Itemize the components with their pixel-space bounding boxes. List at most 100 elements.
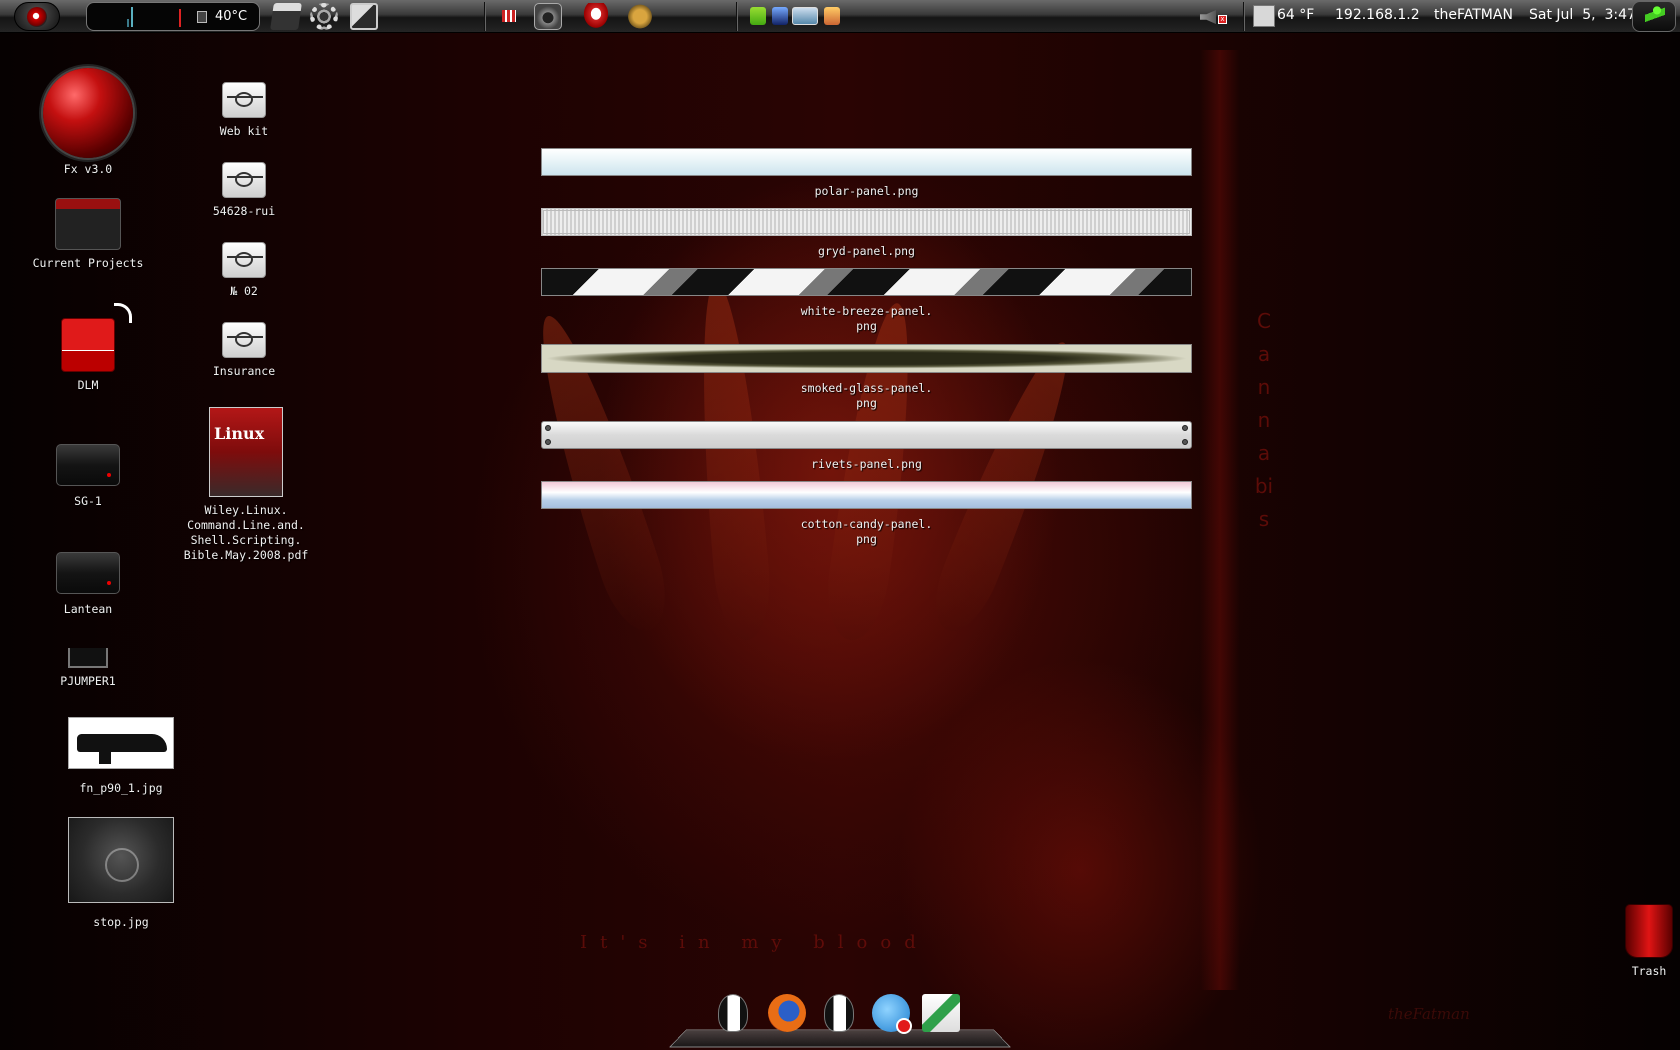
desktop-icon-label: Web kit (219, 124, 269, 138)
cpu-graph-bar (131, 7, 133, 27)
floppy-disk-icon (61, 303, 132, 372)
gnome-foot-icon[interactable] (772, 7, 788, 25)
wallpaper-tagline: It's in my blood (580, 932, 929, 953)
logout-button[interactable] (1632, 1, 1676, 32)
cpu-temperature: 40°C (215, 9, 248, 24)
panel-sample-label: gryd-panel.png (818, 244, 915, 258)
desktop-icon-label: DLM (77, 378, 99, 392)
desktop-icon-trash[interactable]: Trash (1614, 904, 1680, 979)
desktop-icon-label: Current Projects (32, 256, 144, 270)
desktop-icon-insurance[interactable]: Insurance (194, 322, 294, 379)
desktop-icon-label: SG-1 (74, 494, 102, 508)
drive-icon (68, 648, 108, 668)
wallpaper-vertical-word: Cannabis (1254, 309, 1274, 531)
desktop-icon-label: Wiley.Linux. Command.Line.and. Shell.Scr… (183, 503, 309, 562)
system-monitor[interactable]: 40°C (86, 2, 260, 31)
thumbnail-subject (77, 734, 167, 752)
pdf-thumbnail: Linux (209, 407, 283, 497)
desktop-icon-fn-p90[interactable]: fn_p90_1.jpg (62, 717, 180, 796)
desktop-icon-label: № 02 (230, 284, 258, 298)
globe-icon (43, 68, 133, 158)
gryd-panel-strip (541, 208, 1192, 236)
cactus-icon[interactable] (750, 7, 766, 25)
polar-panel-strip (541, 148, 1192, 176)
panel-sample-item[interactable]: gryd-panel.png (541, 208, 1192, 268)
desktop-icon-no-02[interactable]: № 02 (194, 242, 294, 299)
weather-temperature[interactable]: 64 °F (1277, 7, 1314, 23)
eye-menu-icon (27, 7, 47, 27)
gear-icon[interactable] (310, 3, 338, 30)
rivet-icon (545, 425, 551, 431)
red-folder-icon (55, 198, 121, 250)
rivet-icon (1182, 439, 1188, 445)
wallpaper-signature: theFatman (1388, 1005, 1470, 1023)
desktop-icon-54628-rui[interactable]: 54628-rui (194, 162, 294, 219)
firefox-icon[interactable] (768, 994, 806, 1032)
penguin-icon[interactable] (824, 994, 854, 1032)
image-thumbnail (68, 717, 174, 769)
panel-separator (736, 2, 738, 31)
panel-sample-label: white-breeze-panel. png (800, 304, 933, 333)
memory-graph-bar (179, 9, 181, 27)
desktop-icon-label: stop.jpg (93, 915, 149, 929)
desktop-icon-current-projects[interactable]: Current Projects (24, 198, 152, 271)
wallpaper-curtain (1200, 50, 1240, 990)
chat-icon[interactable] (872, 994, 912, 1034)
image-thumbnail (68, 817, 174, 903)
desktop-icon-label: Insurance (212, 364, 276, 378)
main-menu-button[interactable] (14, 2, 60, 31)
network-share-icon (222, 162, 266, 198)
thumbnail-subject (105, 848, 139, 882)
desktop-icon-web-kit[interactable]: Web kit (194, 82, 294, 139)
desktop-icon-dlm[interactable]: DLM (28, 303, 148, 393)
panel-sample-label: cotton-candy-panel. png (800, 517, 933, 546)
desktop-icon-fx[interactable]: Fx v3.0 (28, 68, 148, 177)
panel-separator (1243, 2, 1245, 31)
window-list-icon[interactable] (824, 7, 840, 25)
mute-indicator-icon: x (1218, 15, 1227, 24)
hard-drive-icon (56, 552, 120, 594)
rivet-icon (1182, 425, 1188, 431)
user-name[interactable]: theFATMAN (1434, 7, 1513, 23)
cotton-candy-panel-strip (541, 481, 1192, 509)
desktop-icon-label: Fx v3.0 (63, 162, 113, 176)
panel-sample-item[interactable]: cotton-candy-panel. png (541, 481, 1192, 557)
desktop-icon-label: Trash (1631, 964, 1667, 978)
panel-separator (484, 2, 486, 31)
desktop-icon-label: fn_p90_1.jpg (79, 781, 163, 795)
dots-icon[interactable] (502, 10, 516, 22)
network-share-icon (222, 82, 266, 118)
book-cover-title: Linux (214, 424, 265, 443)
desktop-icon-lantean[interactable]: Lantean (28, 552, 148, 617)
cpu-graph-bar (127, 19, 129, 27)
desktop-icon-label: Lantean (63, 602, 113, 616)
desktop-icon-sg1[interactable]: SG-1 (28, 444, 148, 509)
running-man-icon (1645, 6, 1665, 28)
desktop-icon-linux-bible-pdf[interactable]: Linux Wiley.Linux. Command.Line.and. She… (176, 407, 316, 563)
desktop-icon-pjumper1[interactable]: PJUMPER1 (28, 648, 148, 689)
panel-sample-item[interactable]: white-breeze-panel. png (541, 268, 1192, 344)
panel-sample-label: polar-panel.png (814, 184, 919, 198)
clapperboard-icon[interactable] (270, 3, 302, 30)
remote-desktop-icon[interactable] (350, 3, 378, 30)
panel-sample-item[interactable]: polar-panel.png (541, 148, 1192, 208)
penguin-icon[interactable] (718, 994, 748, 1032)
weather-icon[interactable] (1253, 5, 1275, 27)
notification-badge (896, 1018, 912, 1034)
smoked-glass-panel-strip (541, 344, 1192, 373)
volume-control[interactable]: x (1200, 5, 1227, 27)
top-panel: 40°C x 64 °F 192.168.1.2 theFATMAN Sat J… (0, 0, 1680, 33)
panel-samples: polar-panel.png gryd-panel.png white-bre… (541, 148, 1192, 557)
quill-icon[interactable] (922, 994, 960, 1032)
workspace-switcher-icon[interactable] (792, 7, 818, 25)
red-hat-icon[interactable] (582, 3, 610, 30)
rivet-icon (545, 439, 551, 445)
gimp-icon[interactable] (626, 3, 654, 30)
panel-sample-item[interactable]: rivets-panel.png (541, 421, 1192, 481)
desktop-icon-stop[interactable]: stop.jpg (62, 817, 180, 930)
hard-drive-icon (56, 444, 120, 486)
thumbnail-subject (99, 748, 111, 764)
camera-icon[interactable] (534, 3, 562, 30)
ip-address: 192.168.1.2 (1335, 7, 1420, 23)
panel-sample-item[interactable]: smoked-glass-panel. png (541, 344, 1192, 421)
